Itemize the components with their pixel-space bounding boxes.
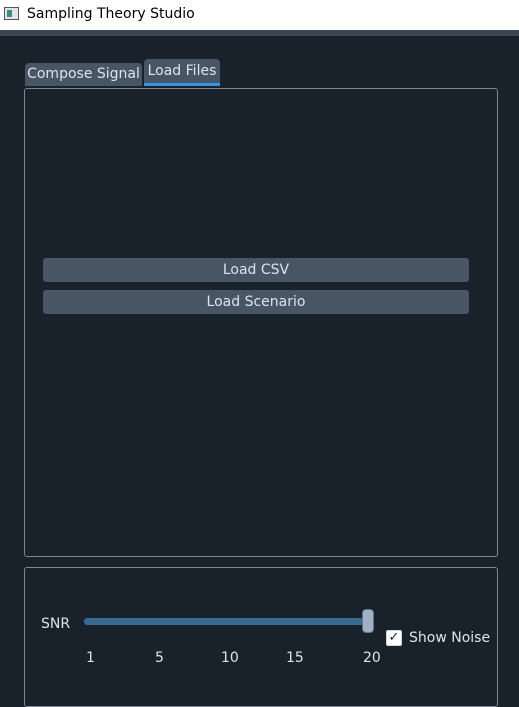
show-noise-label[interactable]: Show Noise [409,630,490,646]
tab-compose-signal[interactable]: Compose Signal [25,63,142,86]
snr-tick-label: 5 [155,650,164,666]
snr-tick-label: 1 [86,650,95,666]
load-csv-button[interactable]: Load CSV [43,258,469,282]
snr-tick-label: 10 [221,650,239,666]
check-icon: ✓ [388,630,400,645]
snr-tick-label: 15 [286,650,304,666]
toolbar-strip [0,30,519,36]
load-files-panel: Load CSV Load Scenario [24,88,498,557]
window-title: Sampling Theory Studio [27,6,195,22]
snr-label: SNR [41,616,71,632]
app-window-icon [4,7,19,20]
snr-slider-handle[interactable] [362,609,374,633]
title-bar: Sampling Theory Studio [0,0,519,30]
show-noise-checkbox[interactable]: ✓ [386,630,402,646]
snr-tick-label: 20 [363,650,381,666]
tab-load-files[interactable]: Load Files [144,59,220,86]
load-scenario-button[interactable]: Load Scenario [43,290,469,314]
snr-slider-track[interactable] [84,618,372,625]
